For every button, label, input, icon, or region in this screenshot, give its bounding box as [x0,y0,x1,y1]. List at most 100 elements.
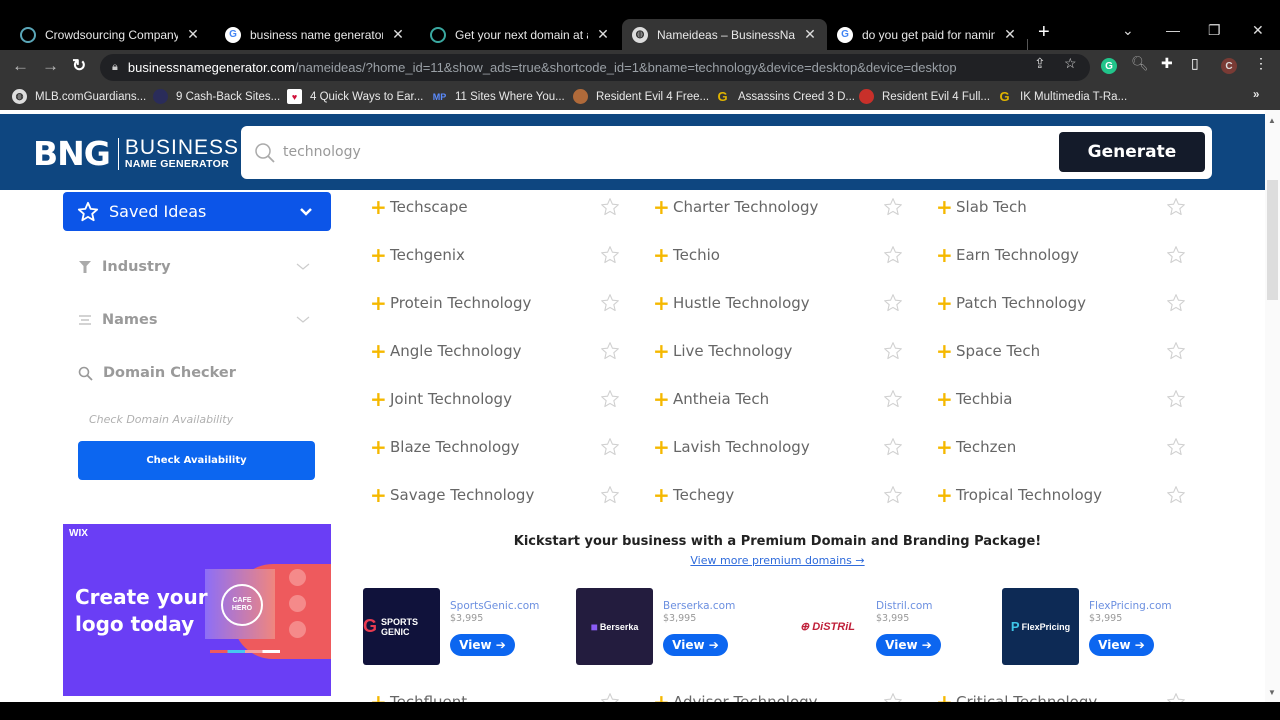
save-star-icon[interactable] [600,293,620,313]
plus-icon[interactable]: + [936,485,956,505]
name-idea-item[interactable]: + Techscape [370,194,468,220]
sidebar-item-domain-checker[interactable]: Domain Checker [78,365,310,381]
domain-name-link[interactable]: FlexPricing.com [1089,600,1172,612]
generate-button[interactable]: Generate [1059,132,1205,172]
name-idea-item[interactable]: + Slab Tech [936,194,1027,220]
plus-icon[interactable]: + [370,341,390,361]
save-star-icon[interactable] [883,485,903,505]
bookmark-item[interactable]: MP 11 Sites Where You... [432,89,565,104]
save-star-icon[interactable] [600,341,620,361]
name-idea-item[interactable]: + Blaze Technology [370,434,520,460]
save-star-icon[interactable] [1166,437,1186,457]
save-star-icon[interactable] [1166,341,1186,361]
domain-logo-berserka[interactable]: ■ Berserka [576,588,653,665]
name-idea-item[interactable]: + Protein Technology [370,290,531,316]
sidebar-item-names[interactable]: Names [78,312,310,328]
name-idea-item[interactable]: + Joint Technology [370,386,512,412]
plus-icon[interactable]: + [653,485,673,505]
name-idea-item[interactable]: + Techfluent [370,689,467,702]
plus-icon[interactable]: + [936,692,956,702]
browser-tab-active[interactable]: ◍ Nameideas – BusinessName ✕ [622,19,827,50]
bookmark-item[interactable]: ♥ 4 Quick Ways to Ear... [287,89,423,104]
menu-kebab-icon[interactable]: ⋮ [1254,55,1268,72]
plus-icon[interactable]: + [653,293,673,313]
check-availability-button[interactable]: Check Availability [78,441,315,480]
name-idea-item[interactable]: + Techbia [936,386,1012,412]
domain-logo-flexpricing[interactable]: P FlexPricing [1002,588,1079,665]
name-idea-item[interactable]: + Techgenix [370,242,465,268]
name-idea-item[interactable]: + Patch Technology [936,290,1086,316]
name-idea-item[interactable]: + Hustle Technology [653,290,810,316]
domain-name-link[interactable]: Berserka.com [663,600,735,612]
save-star-icon[interactable] [883,197,903,217]
view-domain-button[interactable]: View ➔ [663,634,728,656]
name-idea-item[interactable]: + Savage Technology [370,482,534,508]
browser-tab[interactable]: G business name generator - G ✕ [215,19,415,50]
plus-icon[interactable]: + [370,692,390,702]
plus-icon[interactable]: + [653,245,673,265]
plus-icon[interactable]: + [653,197,673,217]
name-idea-item[interactable]: + Techzen [936,434,1016,460]
view-domain-button[interactable]: View ➔ [1089,634,1154,656]
name-idea-item[interactable]: + Charter Technology [653,194,818,220]
plus-icon[interactable]: + [653,389,673,409]
bookmark-item[interactable]: Resident Evil 4 Free... [573,89,709,104]
side-panel-icon[interactable]: ▯ [1191,55,1199,72]
plus-icon[interactable]: + [370,245,390,265]
grammarly-extension-icon[interactable]: G [1101,58,1117,74]
plus-icon[interactable]: + [370,437,390,457]
save-star-icon[interactable] [600,485,620,505]
tab-close-icon[interactable]: ✕ [391,26,405,43]
tab-close-icon[interactable]: ✕ [1003,26,1017,43]
plus-icon[interactable]: + [936,437,956,457]
scroll-down-arrow-icon[interactable]: ▼ [1268,688,1276,697]
plus-icon[interactable]: + [653,692,673,702]
name-idea-item[interactable]: + Tropical Technology [936,482,1102,508]
domain-name-link[interactable]: Distril.com [876,600,933,612]
keyword-input[interactable] [283,140,983,164]
reload-icon[interactable]: ↻ [72,56,86,76]
sidebar-item-industry[interactable]: Industry [78,259,310,275]
name-idea-item[interactable]: + Earn Technology [936,242,1079,268]
plus-icon[interactable]: + [653,437,673,457]
plus-icon[interactable]: + [936,341,956,361]
wix-advertisement[interactable]: WIX CAFE HERO Create your logo today [63,524,331,696]
bookmark-item[interactable]: Resident Evil 4 Full... [859,89,990,104]
new-tab-button[interactable]: + [1038,20,1050,44]
plus-icon[interactable]: + [936,293,956,313]
browser-tab[interactable]: Crowdsourcing Company Na ✕ [10,19,210,50]
domain-input-placeholder[interactable]: Check Domain Availability [89,413,233,426]
bookmark-item[interactable]: G IK Multimedia T-Ra... [997,89,1127,104]
saved-ideas-button[interactable]: Saved Ideas [63,192,331,231]
save-star-icon[interactable] [600,197,620,217]
name-idea-item[interactable]: + Techio [653,242,720,268]
name-idea-item[interactable]: + Angle Technology [370,338,521,364]
save-star-icon[interactable] [600,437,620,457]
forward-arrow-icon[interactable]: → [42,56,59,76]
tab-close-icon[interactable]: ✕ [596,26,610,43]
save-star-icon[interactable] [883,692,903,702]
plus-icon[interactable]: + [370,389,390,409]
save-star-icon[interactable] [1166,245,1186,265]
bookmark-item[interactable]: ◍ MLB.comGuardians... [12,89,146,104]
browser-tab[interactable]: Get your next domain at a gr ✕ [420,19,620,50]
save-star-icon[interactable] [1166,293,1186,313]
scroll-up-arrow-icon[interactable]: ▲ [1268,116,1276,125]
domain-logo-distril[interactable]: ⊕ DiSTRiL [789,588,866,665]
domain-name-link[interactable]: SportsGenic.com [450,600,539,612]
save-star-icon[interactable] [600,389,620,409]
magnifier-extension-icon[interactable]: 🔍︎ [1131,55,1149,72]
plus-icon[interactable]: + [936,197,956,217]
save-star-icon[interactable] [1166,485,1186,505]
bookmark-item[interactable]: G Assassins Creed 3 D... [715,89,855,104]
name-idea-item[interactable]: + Live Technology [653,338,792,364]
page-scrollbar[interactable]: ▲ ▼ [1265,110,1280,702]
save-star-icon[interactable] [1166,692,1186,702]
view-domain-button[interactable]: View ➔ [876,634,941,656]
save-star-icon[interactable] [883,341,903,361]
restore-icon[interactable]: ❐ [1208,22,1221,39]
view-domain-button[interactable]: View ➔ [450,634,515,656]
name-idea-item[interactable]: + Antheia Tech [653,386,769,412]
profile-avatar[interactable]: C [1221,58,1237,74]
share-icon[interactable]: ⇪ [1034,55,1046,72]
